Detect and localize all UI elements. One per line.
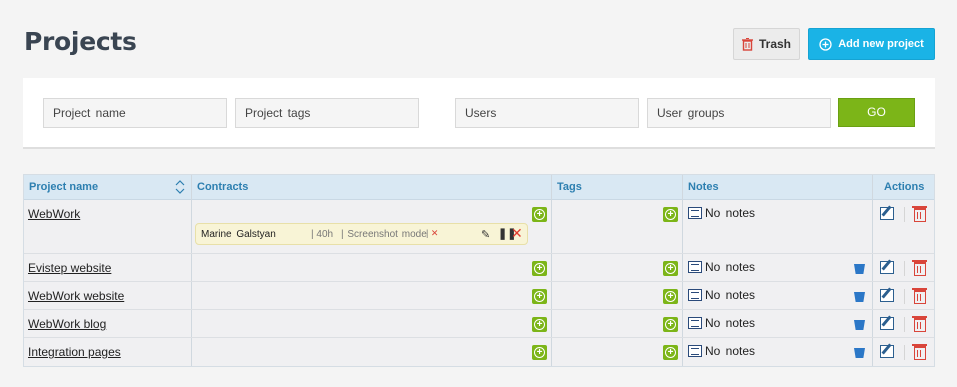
- add-new-project-label: Add new project: [838, 38, 924, 50]
- edit-icon[interactable]: [880, 289, 894, 302]
- add-tag-icon[interactable]: [663, 345, 678, 360]
- notes-text: No notes: [705, 288, 756, 302]
- add-tag-icon[interactable]: [663, 317, 678, 332]
- add-tag-icon[interactable]: [663, 261, 678, 276]
- delete-icon[interactable]: [912, 316, 927, 332]
- table-row: Integration pages No notes: [24, 338, 934, 366]
- project-name-link[interactable]: WebWork: [28, 207, 80, 221]
- projects-table: Project name Contracts Tags Notes Action…: [23, 174, 935, 367]
- filter-panel: Project name Project tags Users User gro…: [23, 78, 935, 149]
- notes-text: No notes: [705, 260, 756, 274]
- delete-icon[interactable]: [912, 344, 927, 360]
- notes-icon: [688, 289, 702, 301]
- column-actions: Actions: [884, 181, 925, 193]
- add-tag-icon[interactable]: [663, 289, 678, 304]
- add-contract-icon[interactable]: [532, 317, 547, 332]
- project-name-link[interactable]: Evistep website: [28, 261, 111, 275]
- add-contract-icon[interactable]: [532, 261, 547, 276]
- table-row: WebWork blog No notes: [24, 310, 934, 338]
- edit-icon[interactable]: [880, 345, 894, 358]
- notes-icon: [688, 317, 702, 329]
- project-name-link[interactable]: WebWork blog: [28, 317, 106, 331]
- notes-text: No notes: [705, 316, 756, 330]
- delete-icon[interactable]: [912, 206, 927, 222]
- notes-text: No notes: [705, 206, 756, 220]
- table-header: Project name Contracts Tags Notes Action…: [24, 175, 934, 200]
- trash-button[interactable]: Trash: [733, 28, 800, 60]
- project-name-link[interactable]: WebWork website: [28, 289, 124, 303]
- add-contract-icon[interactable]: [532, 207, 547, 222]
- edit-contract-icon[interactable]: ✎: [481, 228, 490, 241]
- column-project-name[interactable]: Project name: [24, 175, 98, 200]
- contract-chip: Marine Galstyan | 40h | Screenshot mode …: [195, 223, 528, 245]
- clear-notes-icon[interactable]: [854, 320, 865, 330]
- delete-icon[interactable]: [912, 288, 927, 304]
- project-name-filter[interactable]: Project name: [43, 98, 227, 128]
- user-groups-filter[interactable]: User groups: [647, 98, 831, 128]
- page-title: Projects: [24, 27, 137, 56]
- delete-icon[interactable]: [912, 260, 927, 276]
- notes-icon: [688, 261, 702, 273]
- contract-hours: | 40h: [311, 229, 334, 240]
- trash-button-label: Trash: [758, 37, 791, 51]
- contract-mode: | Screenshot mode: [341, 229, 427, 240]
- notes-icon: [688, 345, 702, 357]
- contract-user: Marine Galstyan: [201, 229, 276, 240]
- add-new-project-button[interactable]: Add new project: [808, 28, 935, 60]
- project-name-link[interactable]: Integration pages: [28, 345, 121, 359]
- edit-icon[interactable]: [880, 261, 894, 274]
- table-row: WebWork website No notes: [24, 282, 934, 310]
- column-notes: Notes: [688, 181, 719, 193]
- add-tag-icon[interactable]: [663, 207, 678, 222]
- go-button[interactable]: GO: [838, 98, 915, 127]
- clear-notes-icon[interactable]: [854, 292, 865, 302]
- project-tags-filter[interactable]: Project tags: [235, 98, 419, 128]
- column-contracts: Contracts: [197, 181, 249, 193]
- users-filter[interactable]: Users: [455, 98, 639, 128]
- screenshot-off-icon: | ✕: [426, 228, 439, 238]
- notes-text: No notes: [705, 344, 756, 358]
- clear-notes-icon[interactable]: [854, 264, 865, 274]
- edit-icon[interactable]: [880, 207, 894, 220]
- add-contract-icon[interactable]: [532, 345, 547, 360]
- add-contract-icon[interactable]: [532, 289, 547, 304]
- edit-icon[interactable]: [880, 317, 894, 330]
- column-tags: Tags: [557, 181, 582, 193]
- trash-icon: [741, 37, 753, 51]
- clear-notes-icon[interactable]: [854, 348, 865, 358]
- notes-icon: [688, 207, 702, 219]
- remove-contract-icon[interactable]: ✕: [511, 225, 523, 242]
- sort-icon[interactable]: [175, 180, 185, 194]
- table-row: Evistep website No notes: [24, 254, 934, 282]
- plus-circle-icon: [819, 37, 832, 51]
